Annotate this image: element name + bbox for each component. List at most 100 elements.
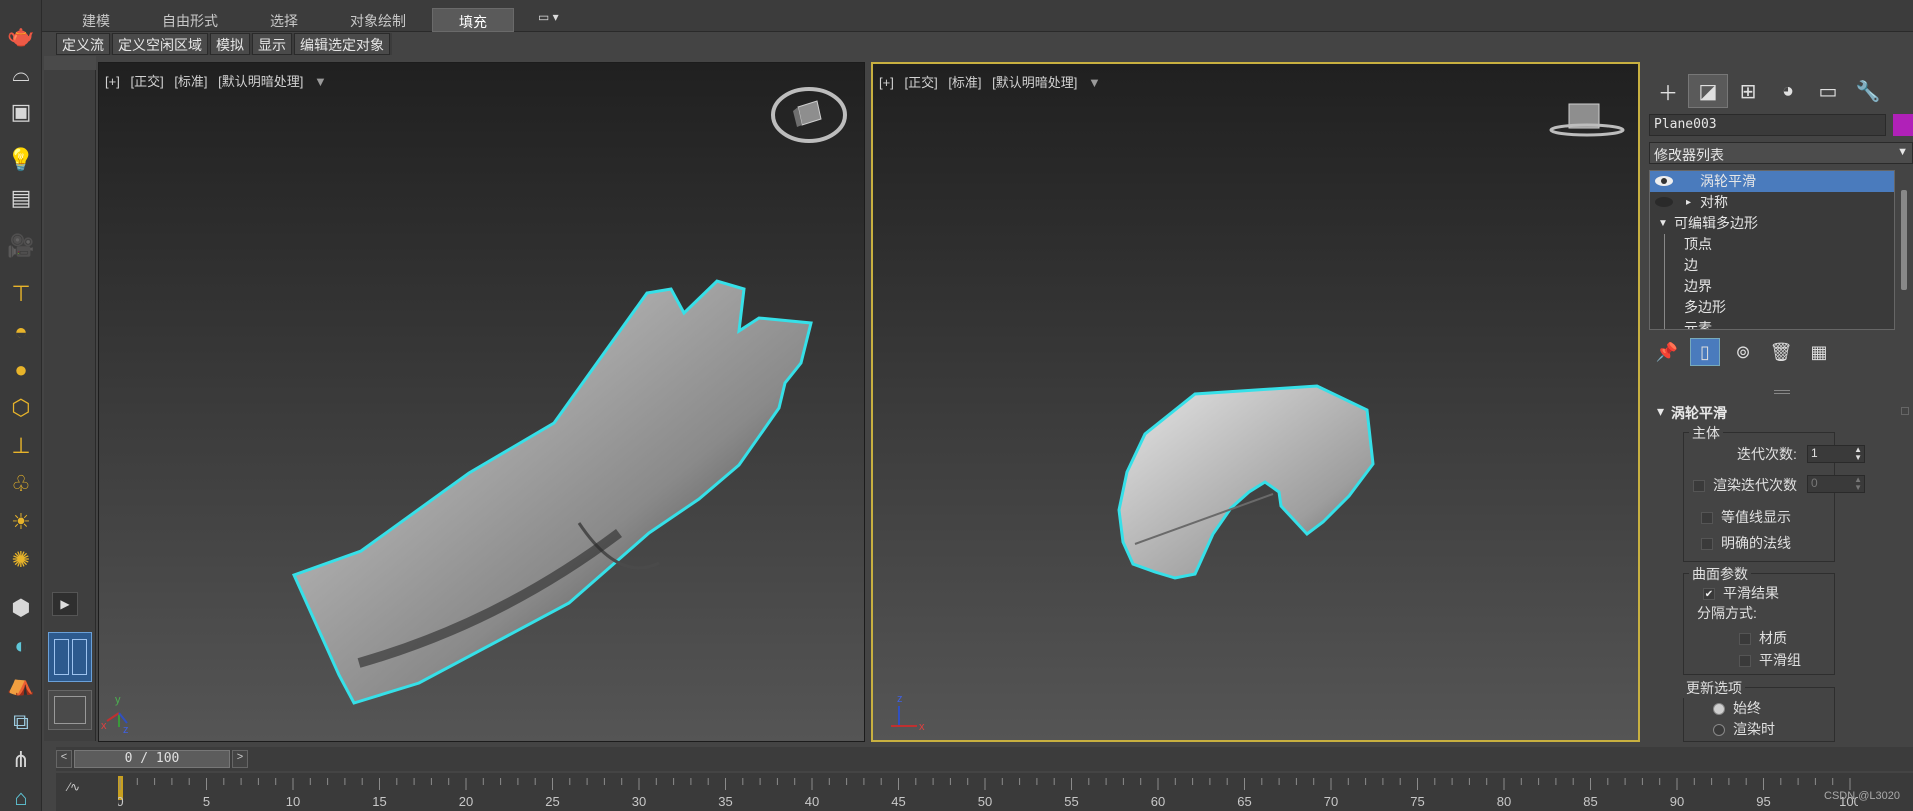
stack-subitem-polygon[interactable]: 多边形 bbox=[1650, 297, 1894, 318]
viewport-right[interactable]: [+] [正交] [标准] [默认明暗处理] ▼ z x bbox=[871, 62, 1640, 742]
smooth-result-row[interactable]: ✔ 平滑结果 bbox=[1703, 583, 1779, 603]
layout-pane-left bbox=[54, 639, 69, 675]
render-iterations-row[interactable]: 渲染迭代次数 bbox=[1693, 475, 1797, 495]
when-rendering-row[interactable]: 渲染时 bbox=[1713, 719, 1775, 739]
omni-light-icon[interactable]: ⊥ bbox=[5, 430, 37, 462]
trash-icon[interactable]: 🗑 bbox=[1766, 338, 1796, 366]
simulate-button[interactable]: 模拟 bbox=[210, 33, 250, 55]
layout-single-viewport-button[interactable] bbox=[48, 690, 92, 730]
ribbon-options-dropdown-icon[interactable]: ▭ ▾ bbox=[538, 10, 574, 28]
spinner-arrows-icon[interactable]: ▲ ▼ bbox=[1854, 446, 1862, 462]
eye-icon[interactable] bbox=[1654, 195, 1674, 209]
spotlight-icon[interactable]: ⊤ bbox=[5, 278, 37, 310]
expand-triangle-icon[interactable]: ▸ bbox=[1686, 192, 1691, 213]
track-tick-label: 35 bbox=[718, 794, 732, 809]
sun-icon[interactable]: ☀ bbox=[5, 506, 37, 538]
panel-divider-handle[interactable] bbox=[1774, 390, 1790, 394]
track-tick-label: 95 bbox=[1756, 794, 1770, 809]
layout-two-viewports-button[interactable] bbox=[48, 632, 92, 682]
curve-editor-icon[interactable]: ⁄∿ bbox=[68, 780, 92, 796]
stack-subitem-edge[interactable]: 边 bbox=[1650, 255, 1894, 276]
stack-subitem-border[interactable]: 边界 bbox=[1650, 276, 1894, 297]
light-bulb-icon[interactable]: 💡 bbox=[5, 144, 37, 176]
video-camera-icon[interactable]: 🎥 bbox=[5, 230, 37, 262]
tab-object-paint[interactable]: 对象绘制 bbox=[324, 8, 432, 32]
always-row[interactable]: 始终 bbox=[1713, 698, 1761, 718]
dual-cube-icon[interactable]: ⧉ bbox=[5, 706, 37, 738]
display-button[interactable]: 显示 bbox=[252, 33, 292, 55]
smoothing-groups-checkbox[interactable] bbox=[1739, 655, 1751, 668]
always-radio[interactable] bbox=[1713, 703, 1725, 716]
render-iterations-spinner[interactable]: 0 ▲ ▼ bbox=[1807, 475, 1865, 493]
render-iterations-checkbox[interactable] bbox=[1693, 480, 1705, 493]
display-icon[interactable]: ▭ bbox=[1808, 74, 1848, 108]
material-checkbox[interactable] bbox=[1739, 633, 1751, 646]
group-surface-label: 曲面参数 bbox=[1689, 564, 1751, 584]
tree-line bbox=[1664, 255, 1665, 276]
utilities-wrench-icon[interactable]: 🔧 bbox=[1848, 74, 1888, 108]
hand-model-left[interactable] bbox=[99, 63, 865, 742]
rollout-title[interactable]: 涡轮平滑 bbox=[1671, 403, 1727, 423]
create-plus-icon[interactable]: ＋ bbox=[1648, 74, 1688, 108]
rollout-collapse-icon[interactable]: ▾ bbox=[1657, 403, 1664, 420]
smoothing-groups-row[interactable]: 平滑组 bbox=[1739, 650, 1801, 670]
object-name-field[interactable]: Plane003 bbox=[1649, 114, 1886, 136]
explicit-normals-checkbox[interactable] bbox=[1701, 538, 1713, 551]
modifier-list-dropdown[interactable]: 修改器列表 ▼ bbox=[1649, 142, 1913, 164]
track-ruler[interactable]: 0 5 10 15 20 25 30 35 40 45 50 55 60 65 70 75 80 85 90 95 10… bbox=[118, 774, 1858, 811]
configure-sets-icon[interactable]: ▦ bbox=[1804, 338, 1834, 366]
stack-item-turbosmooth[interactable]: 涡轮平滑 bbox=[1650, 171, 1894, 192]
sphere-icon[interactable]: ● bbox=[5, 354, 37, 386]
viewport-left[interactable]: [+] [正交] [标准] [默认明暗处理] ▼ y x z bbox=[98, 62, 865, 742]
pin-stack-icon[interactable]: 📌 bbox=[1652, 338, 1682, 366]
stack-item-symmetry[interactable]: ▸ 对称 bbox=[1650, 192, 1894, 213]
hand-model-right[interactable] bbox=[873, 64, 1640, 742]
tab-selection[interactable]: 选择 bbox=[244, 8, 324, 32]
rollout-pin-icon[interactable] bbox=[1901, 407, 1909, 415]
isoline-checkbox[interactable] bbox=[1701, 512, 1713, 525]
tab-freeform[interactable]: 自由形式 bbox=[136, 8, 244, 32]
camera-light-icon[interactable]: ▤ bbox=[5, 182, 37, 214]
dome-icon[interactable]: ⌓ bbox=[5, 58, 37, 90]
expand-layout-button[interactable]: ▶ bbox=[52, 592, 78, 616]
smooth-result-checkbox[interactable]: ✔ bbox=[1703, 588, 1715, 601]
tent-icon[interactable]: ⛺ bbox=[5, 668, 37, 700]
bulb-light-icon[interactable]: ♧ bbox=[5, 468, 37, 500]
define-flows-button[interactable]: 定义流 bbox=[56, 33, 110, 55]
collapse-triangle-icon[interactable]: ▼ bbox=[1658, 213, 1668, 234]
stack-scrollbar[interactable] bbox=[1901, 190, 1907, 290]
object-color-swatch[interactable] bbox=[1893, 114, 1913, 136]
next-frame-button[interactable]: > bbox=[232, 750, 248, 768]
grass-icon[interactable]: ⋔ bbox=[5, 744, 37, 776]
cube-icon[interactable]: ⬢ bbox=[5, 592, 37, 624]
track-tick-label: 90 bbox=[1670, 794, 1684, 809]
sunburst-icon[interactable]: ✺ bbox=[5, 544, 37, 576]
tab-modeling[interactable]: 建模 bbox=[56, 8, 136, 32]
prev-frame-button[interactable]: < bbox=[56, 750, 72, 768]
material-row[interactable]: 材质 bbox=[1739, 628, 1787, 648]
isoline-row[interactable]: 等值线显示 bbox=[1701, 507, 1791, 527]
geodesic-icon[interactable]: ⬡ bbox=[5, 392, 37, 424]
iterations-spinner[interactable]: 1 ▲ ▼ bbox=[1807, 445, 1865, 463]
make-unique-icon[interactable]: ⊚ bbox=[1728, 338, 1758, 366]
tab-populate[interactable]: 填充 bbox=[432, 8, 514, 32]
stack-item-editable-poly[interactable]: ▼ 可编辑多边形 bbox=[1650, 213, 1894, 234]
hierarchy-icon[interactable]: ⊞ bbox=[1728, 74, 1768, 108]
box-light-icon[interactable]: ▣ bbox=[5, 96, 37, 128]
when-rendering-radio[interactable] bbox=[1713, 724, 1725, 737]
explicit-normals-row[interactable]: 明确的法线 bbox=[1701, 533, 1791, 553]
time-slider[interactable]: 0 / 100 bbox=[74, 750, 230, 768]
define-idle-areas-button[interactable]: 定义空闲区域 bbox=[112, 33, 208, 55]
helper-icon[interactable]: ⌂ bbox=[5, 782, 37, 811]
half-dome-icon[interactable]: ◓ bbox=[5, 316, 37, 348]
modify-icon[interactable]: ◪ bbox=[1688, 74, 1728, 108]
stack-subitem-element[interactable]: 元素 bbox=[1650, 318, 1894, 329]
sky-sphere-icon[interactable]: ◐ bbox=[5, 630, 37, 662]
spinner-arrows-icon[interactable]: ▲ ▼ bbox=[1854, 476, 1862, 492]
edit-selected-button[interactable]: 编辑选定对象 bbox=[294, 33, 390, 55]
stack-subitem-vertex[interactable]: 顶点 bbox=[1650, 234, 1894, 255]
teapot-icon[interactable]: 🫖 bbox=[5, 20, 37, 52]
eye-icon[interactable] bbox=[1654, 174, 1674, 188]
show-end-result-icon[interactable]: ▯ bbox=[1690, 338, 1720, 366]
motion-icon[interactable]: ◕ bbox=[1768, 74, 1808, 108]
